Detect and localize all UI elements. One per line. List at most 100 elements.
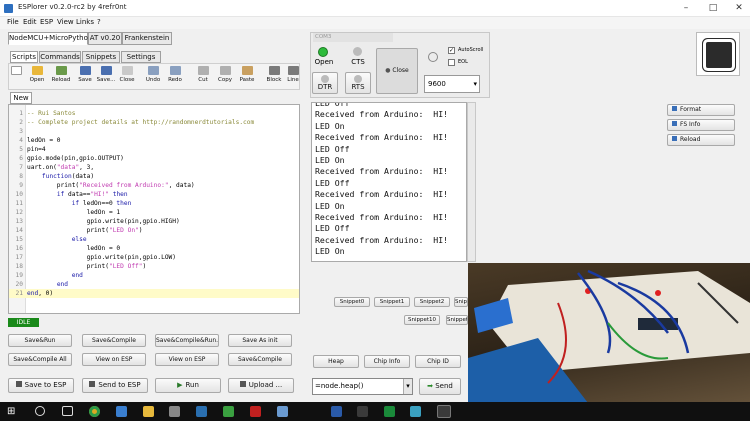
menu-view[interactable]: View — [57, 18, 74, 26]
reload-files-button[interactable]: Reload — [667, 134, 735, 146]
code-editor[interactable]: 1 -- Rui Santos 2 -- Complete project detai… — [8, 104, 300, 314]
maximize-icon[interactable]: □ — [707, 2, 719, 14]
word-icon[interactable] — [331, 406, 342, 417]
snippet-3-button[interactable]: Snippet3 — [454, 297, 468, 307]
snippet-10-button[interactable]: Snippet10 — [404, 315, 440, 325]
chrome-icon[interactable] — [89, 406, 100, 417]
chip-info-button[interactable]: Chip Info — [364, 355, 410, 368]
menu-esp[interactable]: ESP — [40, 18, 53, 26]
title-bar: ESPlorer v0.2.0-rc2 by 4refr0nt – □ ✕ — [0, 0, 750, 17]
send-button[interactable]: ➡ Send — [419, 378, 461, 395]
filezilla-icon[interactable] — [250, 406, 261, 417]
new-file-button[interactable] — [6, 66, 26, 88]
save-compile-button-2[interactable]: Save&Compile — [228, 353, 292, 366]
save-compile-button[interactable]: Save&Compile — [82, 334, 146, 347]
chevron-down-icon[interactable]: ▾ — [403, 379, 412, 394]
redo-button[interactable]: Redo — [165, 66, 185, 88]
copy-button[interactable]: Copy — [215, 66, 235, 88]
tab-nodemcu[interactable]: NodeMCU+MicroPython — [8, 32, 92, 45]
view-on-esp-button-2[interactable]: View on ESP — [155, 353, 219, 366]
task-view-icon[interactable] — [62, 406, 73, 416]
snippet-1-button[interactable]: Snippet1 — [374, 297, 410, 307]
command-input[interactable]: =node.heap() ▾ — [312, 378, 413, 395]
menu-links[interactable]: Links — [76, 18, 94, 26]
arduino-icon[interactable] — [223, 406, 234, 417]
open-label[interactable]: Open — [314, 58, 334, 66]
chip-id-button[interactable]: Chip ID — [415, 355, 461, 368]
paste-icon — [241, 66, 253, 75]
dtr-button[interactable]: DTR — [312, 72, 338, 94]
code-line: 21 end, 0) — [9, 289, 299, 298]
menu-help[interactable]: ? — [97, 18, 101, 26]
minimize-icon[interactable]: – — [680, 2, 692, 14]
snippet-11-button[interactable]: Snippet11 — [446, 315, 468, 325]
format-button[interactable]: Format — [667, 104, 735, 116]
paste-button[interactable]: Paste — [237, 66, 257, 88]
block-button[interactable]: Block — [264, 66, 284, 88]
save-compile-run-button[interactable]: Save&Compile&Run... — [155, 334, 219, 347]
notepad-icon[interactable] — [277, 406, 288, 417]
line-button[interactable]: Line — [285, 66, 301, 88]
camtasia-icon[interactable] — [196, 406, 207, 417]
save-as-button[interactable]: Save... — [96, 66, 116, 88]
tab-settings[interactable]: Settings — [121, 51, 161, 63]
code-text: -- Complete project details at http://ra… — [27, 119, 255, 126]
line-number: 14 — [15, 227, 23, 234]
heap-button[interactable]: Heap — [313, 355, 359, 368]
windows-start-icon[interactable]: ⊞ — [7, 406, 18, 417]
save-run-button[interactable]: Save&Run — [8, 334, 72, 347]
esplorer-taskbar-icon[interactable] — [437, 405, 451, 418]
close-file-button[interactable]: Close — [117, 66, 137, 88]
save-as-init-button[interactable]: Save As init — [228, 334, 292, 347]
menu-file[interactable]: File — [7, 18, 19, 26]
tab-at[interactable]: AT v0.20 — [88, 32, 122, 45]
line-number: 17 — [15, 254, 23, 261]
save-button[interactable]: Save — [75, 66, 95, 88]
save-to-esp-button[interactable]: Save to ESP — [8, 378, 74, 393]
snippet-0-button[interactable]: Snippet0 — [334, 297, 370, 307]
folder-icon[interactable] — [143, 406, 154, 417]
explorer-icon[interactable] — [116, 406, 127, 417]
file-tab-new[interactable]: New — [10, 92, 32, 104]
sync-icon[interactable] — [384, 406, 395, 417]
terminal-scrollbar[interactable] — [467, 102, 476, 262]
snippet-2-button[interactable]: Snippet2 — [414, 297, 450, 307]
run-button[interactable]: ▶ Run — [155, 378, 221, 393]
code-line: 17 gpio.write(pin,gpio.LOW) — [9, 253, 299, 262]
cut-button[interactable]: Cut — [193, 66, 213, 88]
close-port-button[interactable]: ● Close — [376, 48, 418, 94]
menu-edit[interactable]: Edit — [23, 18, 37, 26]
baud-rate-select[interactable]: 9600 ▾ — [424, 75, 480, 93]
autoscroll-checkbox[interactable]: ✓ — [448, 47, 455, 54]
port-select[interactable]: COM3 — [313, 33, 393, 42]
refresh-port-icon[interactable] — [428, 52, 438, 62]
open-button[interactable]: Open — [27, 66, 47, 88]
autoscroll-label: AutoScroll — [458, 47, 484, 53]
line-number: 21 — [15, 290, 23, 297]
tab-frankenstein[interactable]: Frankenstein — [122, 32, 172, 45]
camera-icon[interactable] — [410, 406, 421, 417]
line-number: 18 — [15, 263, 23, 270]
code-text: else — [71, 236, 87, 243]
tab-commands[interactable]: Commands — [39, 51, 81, 63]
reload-button[interactable]: Reload — [51, 66, 71, 88]
search-icon[interactable] — [35, 406, 45, 416]
close-icon[interactable]: ✕ — [733, 2, 745, 14]
send-arrow-icon: ➡ — [427, 382, 433, 390]
send-to-esp-button[interactable]: Send to ESP — [82, 378, 148, 393]
window-title: ESPlorer v0.2.0-rc2 by 4refr0nt — [18, 3, 127, 11]
code-text: -- Rui Santos — [27, 110, 76, 117]
tab-scripts[interactable]: Scripts — [10, 51, 38, 63]
settings-icon[interactable] — [169, 406, 180, 417]
serial-terminal[interactable]: LED Off Received from Arduino: HI! LED On R… — [311, 102, 467, 262]
upload-button[interactable]: Upload ... — [228, 378, 294, 393]
undo-button[interactable]: Undo — [143, 66, 163, 88]
app-icon-dark[interactable] — [357, 406, 368, 417]
eol-checkbox[interactable] — [448, 59, 455, 66]
rts-button[interactable]: RTS — [345, 72, 371, 94]
fs-info-button[interactable]: FS Info — [667, 119, 735, 131]
save-compile-all-button[interactable]: Save&Compile All — [8, 353, 72, 366]
tab-snippets[interactable]: Snippets — [82, 51, 120, 63]
view-on-esp-button-1[interactable]: View on ESP — [82, 353, 146, 366]
line-number: 11 — [15, 200, 23, 207]
